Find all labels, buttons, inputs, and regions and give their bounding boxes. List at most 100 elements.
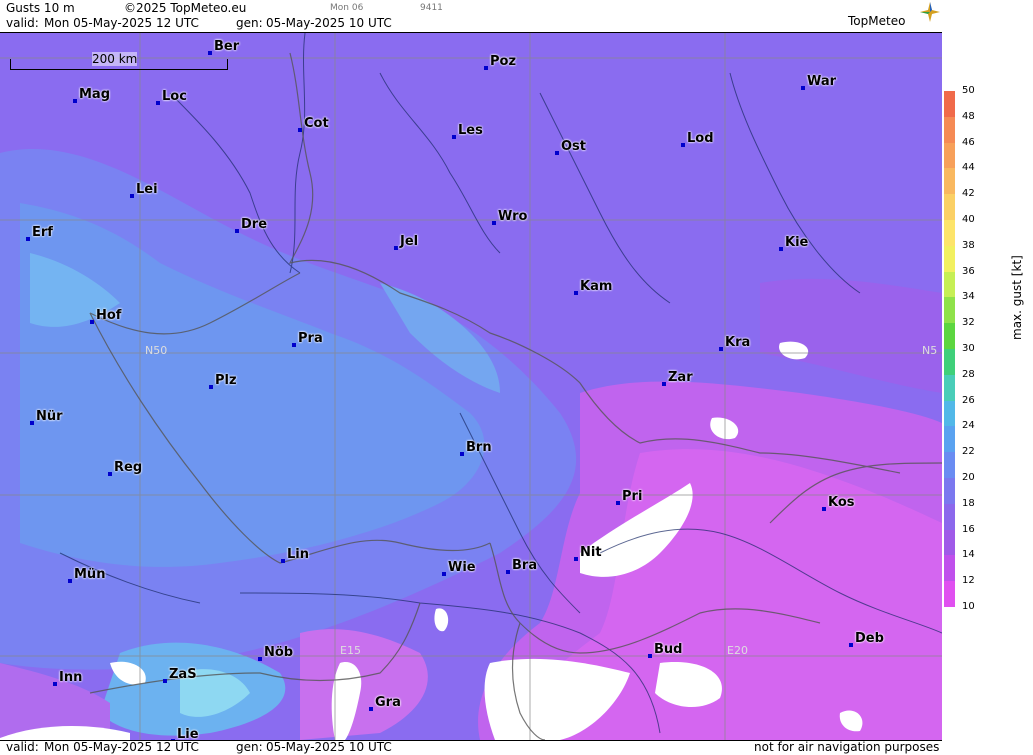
- city-marker: [662, 382, 666, 386]
- city-marker: [130, 194, 134, 198]
- city-marker: [209, 385, 213, 389]
- city-label: Pri: [622, 489, 643, 504]
- city-marker: [163, 679, 167, 683]
- compass-star-icon: [920, 2, 940, 22]
- city-marker: [90, 320, 94, 324]
- grid-label-e20: E20: [727, 644, 748, 657]
- legend-tick-label: 12: [962, 575, 975, 587]
- legend-swatch: [944, 400, 955, 427]
- legend-swatch: [944, 478, 955, 504]
- city-label: Lei: [136, 182, 158, 197]
- legend-tick-label: 44: [962, 162, 975, 174]
- city-marker: [616, 501, 620, 505]
- gen-time: 05-May-2025 10 UTC: [266, 16, 392, 30]
- city-marker: [460, 452, 464, 456]
- grid-label-n50-right: N5: [922, 344, 938, 357]
- legend-tick-label: 50: [962, 85, 975, 96]
- legend-swatch: [944, 297, 955, 324]
- code-small: 9411: [420, 3, 443, 13]
- city-marker: [719, 347, 723, 351]
- city-label: Poz: [490, 54, 517, 69]
- legend-tick-label: 36: [962, 265, 975, 277]
- city-marker: [53, 682, 57, 686]
- legend-tick-label: 16: [962, 523, 975, 535]
- city-marker: [208, 51, 212, 55]
- legend-tick-label: 48: [962, 110, 975, 122]
- city-label: Loc: [162, 89, 187, 104]
- city-marker: [235, 229, 239, 233]
- city-label: Nür: [36, 409, 63, 424]
- legend-tick-label: 38: [962, 239, 975, 251]
- legend-tick-label: 34: [962, 291, 975, 303]
- city-label: Nit: [580, 545, 602, 560]
- legend-swatch: [944, 529, 955, 556]
- legend-swatch: [944, 116, 955, 143]
- city-marker: [574, 557, 578, 561]
- map-footer: valid: Mon 05-May-2025 12 UTC gen: 05-Ma…: [0, 740, 942, 755]
- city-marker: [822, 507, 826, 511]
- legend-tick-label: 26: [962, 394, 975, 406]
- city-marker: [68, 579, 72, 583]
- city-label: Dre: [241, 217, 268, 232]
- legend-tick-label: 14: [962, 549, 975, 561]
- city-label: Inn: [59, 670, 83, 685]
- topmeteo-logo: TopMeteo: [848, 14, 906, 28]
- footer-valid-time: Mon 05-May-2025 12 UTC: [44, 740, 199, 754]
- legend-tick-label: 46: [962, 136, 975, 148]
- legend-swatch: [944, 220, 955, 246]
- city-label: Brn: [466, 440, 492, 455]
- legend-swatch: [944, 245, 955, 272]
- city-marker: [506, 570, 510, 574]
- city-marker: [30, 421, 34, 425]
- footer-gen-time: 05-May-2025 10 UTC: [266, 740, 392, 754]
- city-marker: [258, 657, 262, 661]
- city-label: ZaS: [169, 667, 197, 682]
- city-marker: [156, 101, 160, 105]
- city-marker: [369, 707, 373, 711]
- scale-bar-label: 200 km: [92, 52, 138, 66]
- city-label: Pra: [298, 331, 323, 346]
- city-label: Kie: [785, 235, 809, 250]
- city-marker: [108, 472, 112, 476]
- legend-swatch: [944, 452, 955, 479]
- city-marker: [681, 143, 685, 147]
- city-label: Lod: [687, 131, 714, 146]
- legend-tick-label: 32: [962, 317, 975, 329]
- grid-label-e15: E15: [340, 644, 361, 657]
- city-label: Nöb: [264, 645, 294, 660]
- city-label: Lin: [287, 547, 309, 562]
- gen-label: gen:: [236, 16, 263, 30]
- day-small: Mon 06: [330, 3, 364, 13]
- city-label: Ost: [561, 139, 587, 154]
- legend-tick-label: 28: [962, 368, 975, 380]
- disclaimer: not for air navigation purposes: [754, 740, 940, 754]
- legend-swatch: [944, 91, 955, 117]
- city-label: Mag: [79, 87, 111, 102]
- city-label: Reg: [114, 460, 143, 475]
- city-label: Mün: [74, 567, 106, 582]
- city-marker: [801, 86, 805, 90]
- city-label: Cot: [304, 116, 329, 131]
- legend-tick-label: 18: [962, 497, 975, 509]
- city-label: Jel: [400, 234, 419, 249]
- city-marker: [849, 643, 853, 647]
- map-title: Gusts 10 m: [6, 1, 75, 15]
- city-marker: [26, 237, 30, 241]
- copyright: ©2025 TopMeteo.eu: [124, 1, 247, 15]
- legend-swatch: [944, 555, 955, 582]
- gust-map[interactable]: 200 km N50 N5 E15 E20 Ber Poz War Mag Loc Cot…: [0, 33, 942, 740]
- city-label: War: [807, 74, 837, 89]
- city-label: Les: [458, 123, 483, 138]
- legend-swatch: [944, 323, 955, 350]
- map-header: Gusts 10 m ©2025 TopMeteo.eu Mon 06 9411…: [0, 0, 942, 33]
- city-marker: [492, 221, 496, 225]
- legend-tick-label: 30: [962, 343, 975, 354]
- city-label: Lie: [177, 727, 199, 740]
- valid-label: valid:: [6, 16, 39, 30]
- city-label: Deb: [855, 631, 884, 646]
- city-marker: [484, 66, 488, 70]
- footer-valid-label: valid:: [6, 740, 39, 754]
- legend-tick-label: 40: [962, 214, 975, 225]
- legend-swatch: [944, 168, 955, 195]
- city-label: Kra: [725, 335, 751, 350]
